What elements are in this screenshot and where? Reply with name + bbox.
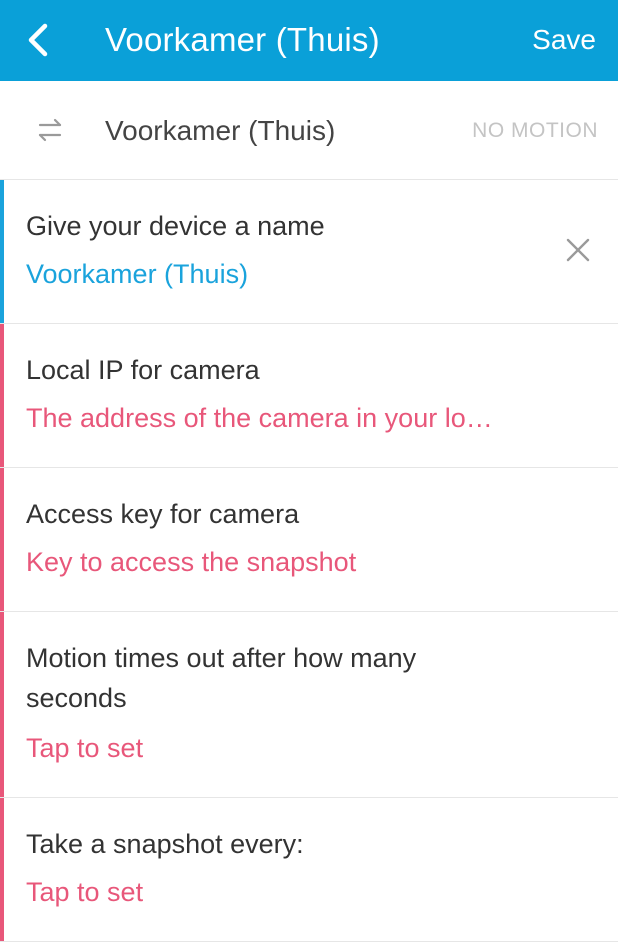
swap-arrows-icon — [38, 118, 62, 142]
close-icon — [566, 238, 590, 262]
device-name-text: Voorkamer (Thuis) — [105, 115, 336, 146]
field-accent-bar — [0, 612, 4, 797]
snapshot-interval-field[interactable]: Take a snapshot every: Tap to set — [0, 798, 618, 942]
field-label: Access key for camera — [26, 499, 300, 529]
local-ip-field[interactable]: Local IP for camera The address of the c… — [0, 324, 618, 468]
access-key-field[interactable]: Access key for camera Key to access the … — [0, 468, 618, 612]
motion-timeout-field[interactable]: Motion times out after how many seconds … — [0, 612, 618, 798]
chevron-left-icon — [28, 23, 48, 57]
back-button[interactable] — [18, 18, 58, 62]
field-label: Motion times out after how many seconds — [26, 643, 417, 713]
field-label: Give your device a name — [26, 211, 325, 241]
field-accent-bar — [0, 324, 4, 467]
field-value: Tap to set — [26, 733, 144, 763]
field-value: Tap to set — [26, 877, 144, 907]
field-value: The address of the camera in your lo… — [26, 403, 493, 433]
motion-status-badge: NO MOTION — [472, 119, 598, 142]
field-value: Key to access the snapshot — [26, 547, 357, 577]
field-accent-bar — [0, 798, 4, 941]
field-label: Take a snapshot every: — [26, 829, 304, 859]
field-accent-bar — [0, 180, 4, 323]
field-label: Local IP for camera — [26, 355, 260, 385]
page-title: Voorkamer (Thuis) — [105, 21, 380, 58]
device-status-row: Voorkamer (Thuis) NO MOTION — [0, 81, 618, 180]
device-name-field[interactable]: Give your device a name Voorkamer (Thuis… — [0, 180, 618, 324]
field-value: Voorkamer (Thuis) — [26, 259, 249, 289]
app-bar: Voorkamer (Thuis) Save — [0, 0, 618, 81]
save-button[interactable]: Save — [532, 18, 596, 62]
clear-button[interactable] — [558, 230, 598, 270]
field-accent-bar — [0, 468, 4, 611]
